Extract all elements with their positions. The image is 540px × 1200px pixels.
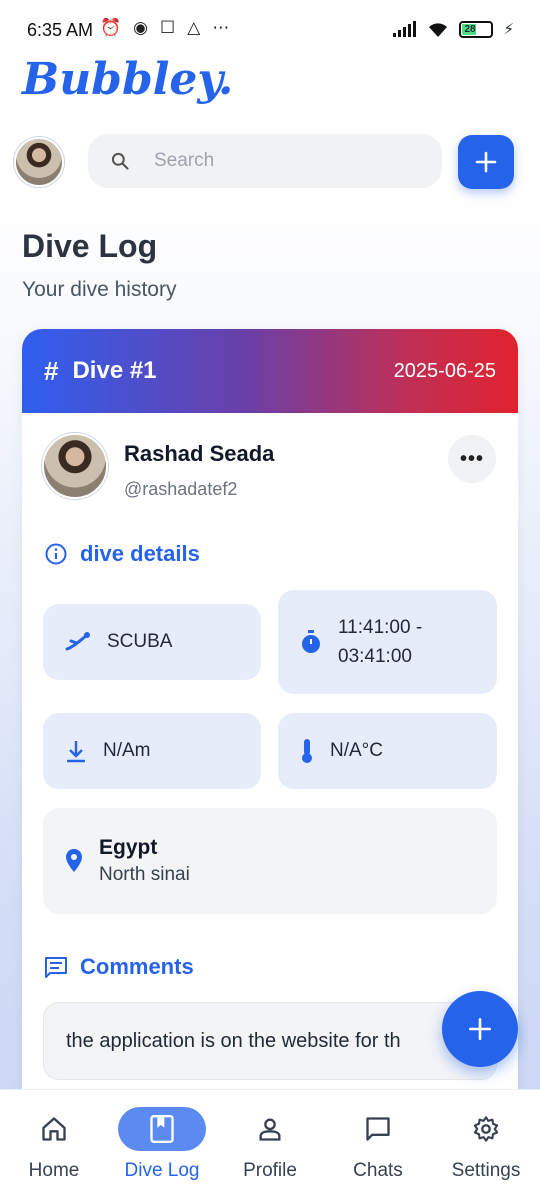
status-bar: 6:35 AM ⏰ ◉ ☐ △ ⋯ 28 ⚡ [0,0,540,60]
comment-text: the application is on the website for th [66,1029,401,1052]
comments-heading: Comments [44,954,194,980]
nav-settings[interactable]: Settings [432,1090,540,1200]
dive-location-region: North sinai [99,864,190,885]
add-dive-fab[interactable] [442,991,518,1067]
book-icon [150,1115,174,1143]
dive-time-tile: 11:41:00 - 03:41:00 [278,590,497,694]
battery-level: 28 [464,23,476,35]
nav-profile-label: Profile [243,1160,297,1181]
user-avatar[interactable] [14,137,64,187]
thermometer-icon [302,739,312,763]
dive-details-heading: dive details [44,541,200,567]
hash-icon: # [44,355,59,386]
alarm-icon: ⏰ [100,18,122,37]
nav-home-label: Home [28,1160,80,1181]
diver-icon [65,632,90,651]
plus-icon [468,1017,492,1041]
dive-temperature-tile: N/A°C [278,713,497,789]
add-button[interactable] [458,135,514,189]
nav-home[interactable]: Home [0,1090,108,1200]
dive-time-end: 03:41:00 [338,646,412,667]
dive-user-row: Rashad Seada @rashadatef2 ••• [42,433,498,499]
bell-icon: △ [187,18,201,37]
notification-icons: ⏰ ◉ ☐ △ ⋯ [100,18,229,38]
dive-depth: N/Am [103,740,151,761]
home-icon [42,1117,66,1141]
gear-icon [473,1116,499,1142]
dive-type: SCUBA [107,631,173,652]
comment-item[interactable]: the application is on the website for th [43,1002,497,1080]
more-options-button[interactable]: ••• [448,435,496,483]
more-horizontal-icon: ••• [459,447,484,470]
dive-type-tile: SCUBA [43,604,261,680]
more-notifications-icon: ⋯ [212,18,230,37]
search-bar[interactable]: Search [88,134,442,188]
diver-name[interactable]: Rashad Seada [124,441,274,467]
search-icon [111,152,129,170]
charging-icon: ⚡ [503,21,514,38]
bottom-navigation: Home Dive Log Profile Chats Settings [0,1089,540,1200]
nav-chats[interactable]: Chats [324,1090,432,1200]
chat-icon [366,1117,390,1141]
dive-location-country: Egypt [99,836,158,859]
nav-dive-log[interactable]: Dive Log [108,1090,216,1200]
page-title: Dive Log [22,228,158,264]
dive-card-header: # Dive #1 2025-06-25 [22,329,518,413]
system-icons: 28 ⚡ [393,20,514,38]
page-subtitle: Your dive history [22,278,177,301]
nav-settings-label: Settings [451,1160,521,1181]
diver-avatar[interactable] [42,433,108,499]
app-logo: Bubbley. [22,54,234,105]
dive-title: Dive #1 [72,357,157,384]
dive-time-start: 11:41:00 - [338,617,423,638]
nav-chats-label: Chats [353,1160,403,1181]
depth-icon [67,741,85,763]
diver-handle: @rashadatef2 [124,479,238,499]
signal-icon [393,21,417,37]
dive-details-label: dive details [80,541,200,566]
dive-date: 2025-06-25 [393,359,496,382]
comment-icon [45,957,67,978]
wifi-icon [429,22,448,37]
status-time: 6:35 AM [27,20,94,40]
dive-card: # Dive #1 2025-06-25 Rashad Seada @rasha… [22,329,518,1129]
app-notification-icon-2: ☐ [160,18,176,37]
dive-temperature: N/A°C [330,740,383,761]
search-input[interactable]: Search [154,150,214,172]
app-notification-icon: ◉ [133,18,149,37]
stopwatch-icon [302,630,320,653]
plus-icon [475,151,497,173]
person-icon [259,1118,281,1141]
dive-depth-tile: N/Am [43,713,261,789]
dive-location-tile: Egypt North sinai [43,808,497,914]
comments-label: Comments [80,954,194,979]
nav-profile[interactable]: Profile [216,1090,324,1200]
nav-dive-log-label: Dive Log [124,1160,200,1181]
location-pin-icon [66,849,82,872]
battery-icon: 28 [459,20,494,38]
info-icon [45,543,67,565]
